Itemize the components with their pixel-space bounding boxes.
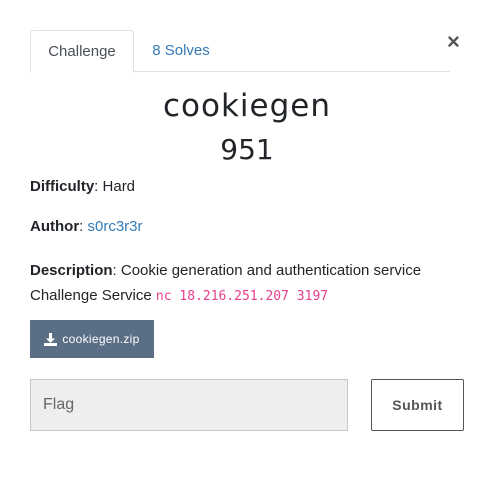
- tab-challenge[interactable]: Challenge: [30, 30, 134, 73]
- close-icon[interactable]: ×: [447, 30, 460, 54]
- file-name: cookiegen.zip: [62, 332, 140, 346]
- challenge-name: cookiegen: [162, 88, 331, 124]
- description-text: Cookie generation and authentication ser…: [120, 262, 422, 279]
- author-link[interactable]: s0rc3r3r: [88, 218, 143, 235]
- description-label: Description: [30, 262, 113, 279]
- author-row: Author: s0rc3r3r: [30, 218, 143, 235]
- service-prefix: Challenge Service: [30, 287, 156, 304]
- download-icon: [44, 332, 58, 346]
- author-label: Author: [30, 218, 80, 235]
- submit-button[interactable]: Submit: [371, 379, 464, 431]
- difficulty-row: Difficulty: Hard: [30, 178, 136, 195]
- challenge-tabs: Challenge 8 Solves: [30, 30, 450, 73]
- download-file-button[interactable]: cookiegen.zip: [30, 320, 154, 358]
- challenge-points: 951: [220, 133, 274, 166]
- tab-solves[interactable]: 8 Solves: [135, 30, 227, 72]
- flag-input[interactable]: [30, 379, 348, 431]
- difficulty-value: Hard: [102, 178, 136, 195]
- difficulty-label: Difficulty: [30, 178, 95, 195]
- service-command: nc 18.216.251.207 3197: [155, 289, 329, 304]
- description-row: Description: Cookie generation and authe…: [30, 262, 422, 304]
